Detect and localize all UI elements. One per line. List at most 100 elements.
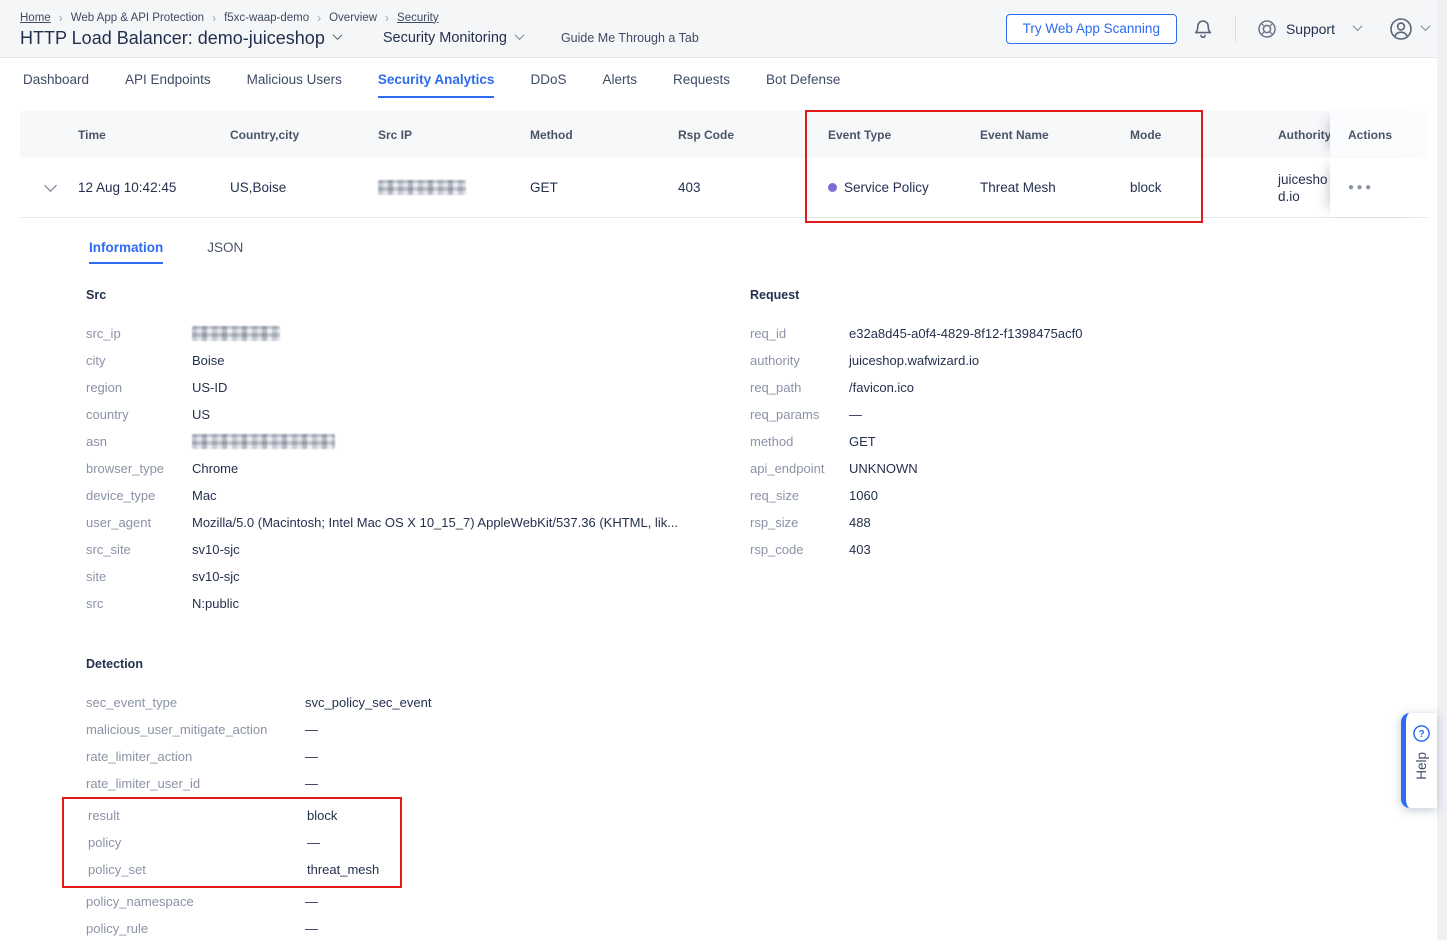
field-key: authority (750, 353, 849, 368)
breadcrumb-label[interactable]: f5xc-waap-demo (224, 12, 309, 24)
breadcrumb-item[interactable]: Overview › (329, 11, 397, 25)
field-key: city (86, 353, 192, 368)
breadcrumb-item[interactable]: Web App & API Protection › (71, 11, 224, 25)
field-value: — (305, 776, 318, 791)
field-key: asn (86, 434, 192, 449)
field-key: req_size (750, 488, 849, 503)
event-type-label: Service Policy (844, 180, 929, 195)
detection-section: Detection sec_event_type svc_policy_sec_… (86, 657, 1447, 940)
key-value-row: policy_set threat_mesh (88, 856, 400, 883)
key-value-row: rsp_size 488 (750, 509, 1447, 536)
field-value (192, 434, 335, 449)
scrollbar-gutter[interactable] (1437, 0, 1447, 940)
question-circle-icon: ? (1413, 725, 1430, 742)
field-key: malicious_user_mitigate_action (86, 722, 305, 737)
detail-tab[interactable]: Information (89, 240, 163, 264)
key-value-row: rate_limiter_user_id — (86, 770, 1447, 797)
main-tab[interactable]: DDoS (530, 72, 566, 98)
main-tab-bar: Dashboard API Endpoints Malicious Users … (0, 58, 1447, 98)
key-value-row: method GET (750, 428, 1447, 455)
row-actions-ellipsis-icon[interactable]: ●●● (1348, 182, 1374, 193)
try-web-app-scanning-button[interactable]: Try Web App Scanning (1006, 14, 1177, 44)
main-tab[interactable]: Requests (673, 72, 730, 98)
field-key: site (86, 569, 192, 584)
user-avatar-icon (1387, 15, 1415, 43)
field-key: rsp_code (750, 542, 849, 557)
src-rows: src_ip city Boise region US-ID (86, 320, 750, 617)
col-header-src-ip: Src IP (370, 111, 522, 158)
main-tab[interactable]: Dashboard (23, 72, 89, 98)
field-value: US-ID (192, 380, 227, 395)
breadcrumb-label[interactable]: Security (397, 12, 439, 24)
col-header-mode: Mode (1122, 111, 1270, 158)
account-menu[interactable] (1387, 15, 1429, 43)
key-value-row: authority juiceshop.wafwizard.io (750, 347, 1447, 374)
field-key: req_path (750, 380, 849, 395)
key-value-row: malicious_user_mitigate_action — (86, 716, 1447, 743)
key-value-row: src N:public (86, 590, 750, 617)
key-value-row: rsp_code 403 (750, 536, 1447, 563)
field-value: block (307, 808, 337, 823)
field-value: Boise (192, 353, 225, 368)
breadcrumb-item[interactable]: Home › (20, 11, 71, 25)
field-key: rsp_size (750, 515, 849, 530)
col-header-authority: Authority (1270, 111, 1330, 158)
field-value (192, 326, 280, 341)
topbar-right: Try Web App Scanning Support (1006, 14, 1429, 44)
field-key: policy_set (88, 862, 307, 877)
col-header-actions: Actions (1330, 111, 1427, 158)
help-button[interactable]: ? Help (1401, 713, 1437, 808)
notification-bell-icon[interactable] (1191, 17, 1215, 41)
chevron-down-icon (1421, 21, 1431, 31)
main-tab[interactable]: API Endpoints (125, 72, 211, 98)
key-value-row: city Boise (86, 347, 750, 374)
detection-rows-bottom: policy_namespace — policy_rule — (86, 888, 1447, 940)
title-chevron-down-icon[interactable] (332, 30, 342, 40)
src-section: Src src_ip city Boise (86, 288, 750, 617)
detail-tab[interactable]: JSON (207, 240, 243, 264)
row-src-ip (370, 158, 522, 217)
breadcrumb-label[interactable]: Home (20, 12, 51, 24)
col-header-event-name: Event Name (972, 111, 1122, 158)
guide-me-link[interactable]: Guide Me Through a Tab (561, 31, 699, 45)
breadcrumb-label[interactable]: Web App & API Protection (71, 12, 204, 24)
field-key: policy_namespace (86, 894, 305, 909)
row-time: 12 Aug 10:42:45 (70, 158, 222, 217)
topbar-left: Home › Web App & API Protection › f5xc-w… (20, 9, 699, 49)
col-header-country-city: Country,city (222, 111, 370, 158)
field-value: — (305, 894, 318, 909)
row-expand-chevron-icon[interactable] (44, 179, 57, 192)
breadcrumb-separator: › (59, 11, 63, 25)
table-row[interactable]: 12 Aug 10:42:45 US,Boise GET 403 Service… (20, 158, 1427, 217)
key-value-row: req_id e32a8d45-a0f4-4829-8f12-f1398475a… (750, 320, 1447, 347)
key-value-row: result block (88, 802, 400, 829)
detection-heading: Detection (86, 657, 1447, 671)
main-tab[interactable]: Malicious Users (247, 72, 342, 98)
event-type-dot-icon (828, 183, 837, 192)
breadcrumb-item[interactable]: f5xc-waap-demo › (224, 11, 329, 25)
row-expand-cell (20, 158, 70, 217)
field-value: US (192, 407, 210, 422)
field-value: — (305, 722, 318, 737)
field-key: device_type (86, 488, 192, 503)
redacted-src-ip (378, 180, 466, 195)
main-tab[interactable]: Bot Defense (766, 72, 840, 98)
key-value-row: sec_event_type svc_policy_sec_event (86, 689, 1447, 716)
svg-text:?: ? (1418, 729, 1424, 740)
breadcrumb-label[interactable]: Overview (329, 12, 377, 24)
main-tab[interactable]: Security Analytics (378, 72, 495, 98)
field-key: browser_type (86, 461, 192, 476)
support-menu[interactable]: Support (1256, 18, 1361, 40)
col-header-event-type: Event Type (820, 111, 972, 158)
authority-line2: d.io (1278, 188, 1328, 205)
detail-tab-bar: Information JSON (89, 240, 1447, 264)
main-tab[interactable]: Alerts (602, 72, 637, 98)
security-monitoring-dropdown[interactable]: Security Monitoring (383, 30, 523, 46)
row-method: GET (522, 158, 670, 217)
detail-columns: Src src_ip city Boise (86, 288, 1447, 617)
breadcrumb-item[interactable]: Security › (397, 12, 439, 24)
col-header-method: Method (522, 111, 670, 158)
title-row: HTTP Load Balancer: demo-juiceshop Secur… (20, 28, 699, 49)
security-events-table: Time Country,city Src IP Method Rsp Code… (20, 111, 1427, 218)
key-value-row: region US-ID (86, 374, 750, 401)
